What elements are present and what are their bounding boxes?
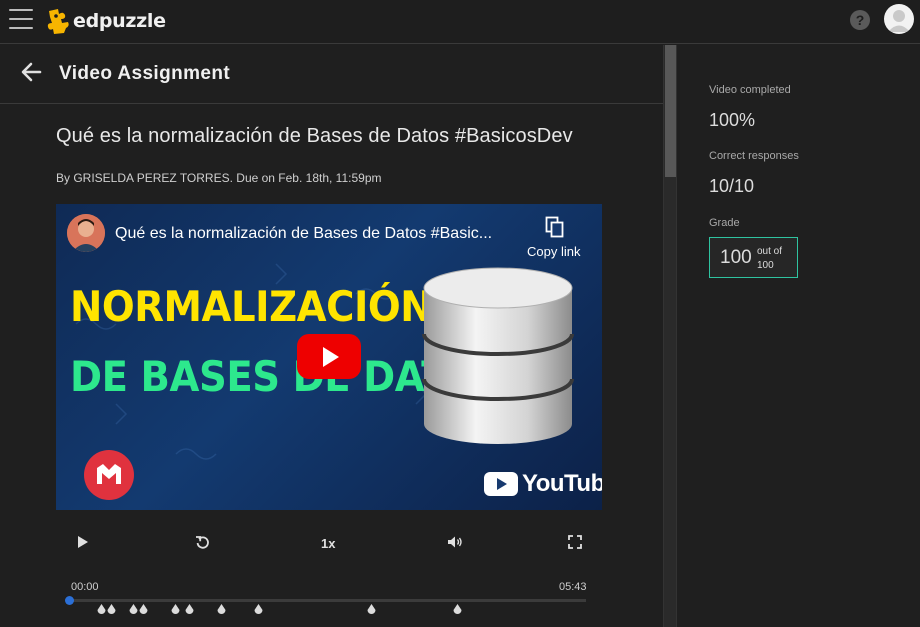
total-time: 05:43 <box>559 581 587 593</box>
playback-speed-button[interactable]: 1x <box>321 536 335 551</box>
scrollbar[interactable] <box>663 45 677 627</box>
copy-link-button[interactable]: Copy link <box>527 244 580 259</box>
youtube-logo-icon <box>484 472 518 496</box>
channel-avatar[interactable] <box>67 214 105 252</box>
grade-out-of: out of 100 <box>757 246 783 271</box>
correct-label: Correct responses <box>709 150 799 162</box>
edpuzzle-logo[interactable]: edpuzzle <box>46 6 166 36</box>
play-icon[interactable] <box>76 535 90 549</box>
progress-track[interactable] <box>66 599 586 602</box>
embed-video-title[interactable]: Qué es la normalización de Bases de Dato… <box>115 225 492 243</box>
player-controls: 1x <box>56 523 602 563</box>
database-icon <box>422 267 574 444</box>
copy-icon[interactable] <box>545 216 565 238</box>
current-time: 00:00 <box>71 581 99 593</box>
hamburger-menu-icon[interactable] <box>9 9 33 29</box>
puzzle-piece-icon <box>47 9 69 34</box>
top-bar: edpuzzle ? <box>0 0 920 44</box>
person-icon <box>67 214 105 252</box>
question-marker[interactable] <box>254 604 263 615</box>
assignment-byline: By GRISELDA PEREZ TORRES. Due on Feb. 18… <box>56 171 382 185</box>
user-avatar-icon <box>888 10 910 32</box>
question-marker[interactable] <box>171 604 180 615</box>
completed-label: Video completed <box>709 84 791 96</box>
question-marker[interactable] <box>453 604 462 615</box>
question-marker[interactable] <box>139 604 148 615</box>
youtube-play-button[interactable] <box>297 334 361 379</box>
video-title: Qué es la normalización de Bases de Dato… <box>56 125 573 147</box>
brand-name: edpuzzle <box>73 10 166 32</box>
scrollbar-thumb[interactable] <box>665 45 676 177</box>
progress-handle[interactable] <box>65 596 74 605</box>
results-panel: Video completed 100% Correct responses 1… <box>678 45 920 627</box>
channel-logo-icon <box>97 464 121 484</box>
correct-value: 10/10 <box>709 176 755 196</box>
fullscreen-icon[interactable] <box>568 535 582 549</box>
completed-value: 100% <box>709 110 756 130</box>
grade-box: 100 out of 100 <box>709 237 798 278</box>
assignment-header: Video Assignment <box>0 45 663 104</box>
youtube-label: YouTube <box>522 470 602 497</box>
volume-icon[interactable] <box>447 535 463 549</box>
page-title: Video Assignment <box>59 63 231 84</box>
youtube-brand[interactable]: YouTube <box>484 470 602 498</box>
question-marker[interactable] <box>217 604 226 615</box>
channel-logo <box>84 450 134 500</box>
help-icon[interactable]: ? <box>850 10 870 30</box>
back-arrow-icon[interactable] <box>20 61 42 83</box>
question-marker[interactable] <box>107 604 116 615</box>
video-embed[interactable]: Qué es la normalización de Bases de Dato… <box>56 204 602 510</box>
grade-value: 100 <box>720 247 752 268</box>
question-marker[interactable] <box>97 604 106 615</box>
thumbnail-headline: NORMALIZACIÓN <box>70 282 433 331</box>
question-marker[interactable] <box>367 604 376 615</box>
question-marker[interactable] <box>129 604 138 615</box>
replay-icon[interactable] <box>195 535 210 550</box>
question-marker[interactable] <box>185 604 194 615</box>
main-panel: Video Assignment Qué es la normalización… <box>0 45 663 627</box>
grade-label: Grade <box>709 217 740 229</box>
avatar[interactable] <box>884 4 914 34</box>
